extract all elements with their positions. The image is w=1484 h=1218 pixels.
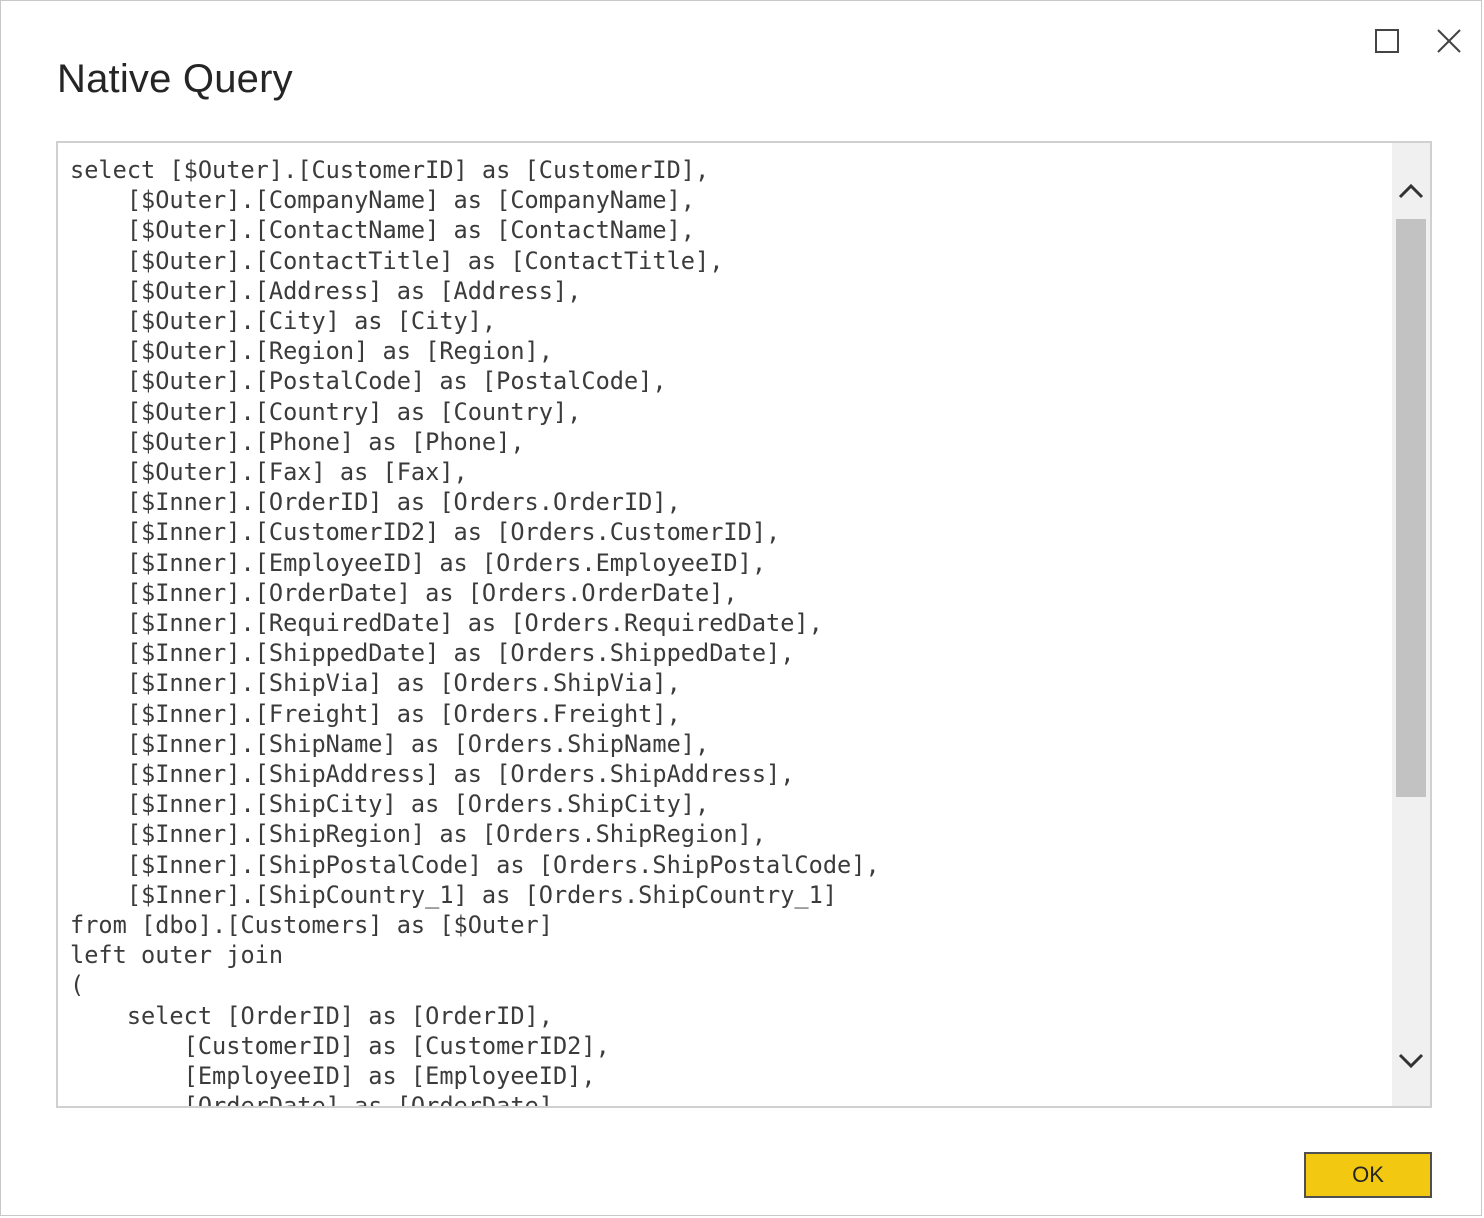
- query-line: [$Outer].[ContactTitle] as [ContactTitle…: [70, 246, 724, 275]
- query-line: [$Inner].[ShipCity] as [Orders.ShipCity]…: [70, 790, 710, 819]
- close-icon: [1437, 29, 1461, 53]
- chevron-down-icon: [1398, 1053, 1424, 1069]
- query-line: [$Outer].[City] as [City],: [70, 307, 497, 336]
- query-line: [$Inner].[ShipPostalCode] as [Orders.Shi…: [70, 850, 880, 879]
- query-line: [$Outer].[ContactName] as [ContactName],: [70, 216, 696, 245]
- query-line: [$Inner].[RequiredDate] as [Orders.Requi…: [70, 609, 823, 638]
- query-line: [$Inner].[ShipName] as [Orders.ShipName]…: [70, 729, 710, 758]
- scroll-up-button[interactable]: [1392, 171, 1430, 211]
- scroll-down-button[interactable]: [1392, 1041, 1430, 1081]
- query-line: [$Outer].[Fax] as [Fax],: [70, 458, 468, 487]
- query-line: [OrderDate] as [OrderDate],: [70, 1091, 1392, 1106]
- ok-button[interactable]: OK: [1304, 1152, 1432, 1198]
- query-text-area[interactable]: select [$Outer].[CustomerID] as [Custome…: [58, 143, 1392, 1106]
- query-line: [$Outer].[Phone] as [Phone],: [70, 427, 525, 456]
- query-line: [EmployeeID] as [EmployeeID],: [70, 1062, 596, 1091]
- native-query-dialog: Native Query select [$Outer].[CustomerID…: [0, 0, 1482, 1216]
- query-line: [$Outer].[Country] as [Country],: [70, 397, 582, 426]
- query-line: [$Outer].[PostalCode] as [PostalCode],: [70, 367, 667, 396]
- query-line: [$Inner].[ShippedDate] as [Orders.Shippe…: [70, 639, 795, 668]
- dialog-title: Native Query: [57, 57, 293, 101]
- maximize-icon: [1375, 29, 1399, 53]
- query-line: [$Inner].[CustomerID2] as [Orders.Custom…: [70, 518, 781, 547]
- query-line: [$Inner].[ShipAddress] as [Orders.ShipAd…: [70, 760, 795, 789]
- query-line: [$Inner].[EmployeeID] as [Orders.Employe…: [70, 548, 767, 577]
- close-button[interactable]: [1431, 23, 1467, 59]
- query-line: [$Inner].[ShipRegion] as [Orders.ShipReg…: [70, 820, 767, 849]
- scrollbar-thumb[interactable]: [1396, 219, 1426, 797]
- window-controls: [1369, 23, 1467, 59]
- native-query-textbox[interactable]: select [$Outer].[CustomerID] as [Custome…: [56, 141, 1432, 1108]
- query-line: (: [70, 971, 85, 1000]
- query-line: from [dbo].[Customers] as [$Outer]: [70, 911, 553, 940]
- query-line: [$Inner].[OrderID] as [Orders.OrderID],: [70, 488, 681, 517]
- query-line: [$Inner].[OrderDate] as [Orders.OrderDat…: [70, 578, 738, 607]
- query-line: [$Outer].[Region] as [Region],: [70, 337, 553, 366]
- chevron-up-icon: [1398, 183, 1424, 199]
- query-line: left outer join: [70, 941, 284, 970]
- query-line: select [$Outer].[CustomerID] as [Custome…: [70, 156, 710, 184]
- query-line: [$Outer].[Address] as [Address],: [70, 276, 582, 305]
- vertical-scrollbar[interactable]: [1392, 143, 1430, 1106]
- query-line: [$Inner].[Freight] as [Orders.Freight],: [70, 699, 681, 728]
- maximize-button[interactable]: [1369, 23, 1405, 59]
- query-line: [$Inner].[ShipVia] as [Orders.ShipVia],: [70, 669, 681, 698]
- query-code: select [$Outer].[CustomerID] as [Custome…: [58, 143, 1392, 1106]
- query-line: [$Outer].[CompanyName] as [CompanyName],: [70, 186, 696, 215]
- query-line: [CustomerID] as [CustomerID2],: [70, 1031, 610, 1060]
- query-line: [$Inner].[ShipCountry_1] as [Orders.Ship…: [70, 880, 838, 909]
- query-line: select [OrderID] as [OrderID],: [70, 1001, 553, 1030]
